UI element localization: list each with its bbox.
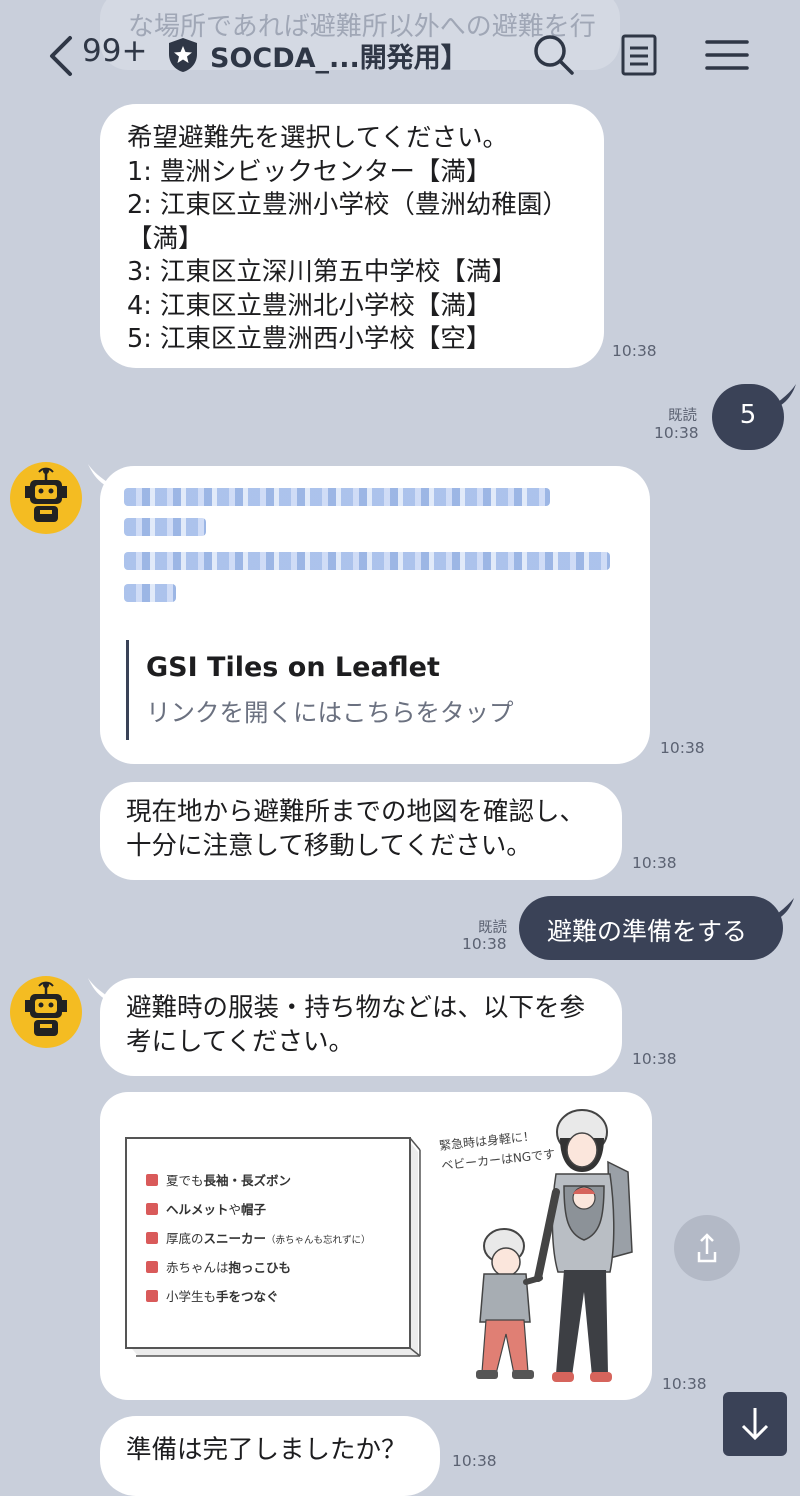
message-bubble[interactable]: 希望避難先を選択してください。 1: 豊洲シビックセンター【満】 2: 江東区立…	[100, 104, 604, 368]
chat-title[interactable]: SOCDA_...開発用】	[210, 36, 468, 75]
link-subtitle[interactable]: リンクを開くにはこちらをタップ	[146, 694, 514, 729]
shield-icon	[169, 38, 197, 72]
sent-bubble[interactable]: 避難の準備をする	[519, 896, 783, 960]
message-text: 避難の準備をする	[547, 917, 748, 946]
checklist-item: 夏でも長袖・長ズボン	[166, 1173, 292, 1188]
message-text: 避難時の服装・持ち物などは、以下を参 考にしてください。	[126, 993, 586, 1057]
checklist-item: 小学生も手をつなぐ	[166, 1289, 279, 1304]
link-message-card[interactable]: GSI Tiles on Leaflet リンクを開くにはこちらをタップ	[100, 466, 650, 764]
image-message[interactable]: 夏でも長袖・長ズボン ヘルメットや帽子 厚底のスニーカー（赤ちゃんも忘れずに） …	[100, 1092, 652, 1400]
message-text: 5	[739, 400, 757, 430]
notes-icon[interactable]	[616, 30, 662, 78]
checklist-item: 厚底のスニーカー（赤ちゃんも忘れずに）	[166, 1231, 371, 1246]
read-receipt: 既読	[478, 920, 507, 936]
chat-header: な場所であれば避難所以外への避難を行 99+ SOCDA_...開発用】	[0, 0, 800, 112]
menu-icon[interactable]	[704, 30, 750, 78]
check-icon	[146, 1290, 158, 1302]
redacted-url	[124, 584, 176, 602]
check-icon	[146, 1261, 158, 1273]
message-bubble[interactable]: 避難時の服装・持ち物などは、以下を参 考にしてください。	[100, 978, 622, 1076]
check-icon	[146, 1174, 158, 1186]
message-time: 10:38	[452, 1452, 497, 1470]
arrow-down-icon	[741, 1408, 769, 1441]
read-receipt: 既読	[668, 408, 697, 424]
message-time: 10:38	[612, 342, 657, 360]
message-time: 10:38	[660, 739, 705, 757]
scroll-to-bottom-button[interactable]	[723, 1392, 787, 1456]
sent-bubble[interactable]: 5	[712, 384, 784, 450]
share-icon	[697, 1233, 717, 1263]
message-bubble[interactable]: 準備は完了しましたか？	[100, 1416, 440, 1496]
message-time: 10:38	[632, 854, 677, 872]
unread-count[interactable]: 99+	[82, 33, 147, 69]
redacted-url	[124, 552, 610, 570]
redacted-url	[124, 488, 550, 506]
bot-avatar[interactable]	[10, 462, 82, 534]
robot-icon	[25, 981, 67, 1036]
message-bubble[interactable]: 現在地から避難所までの地図を確認し、 十分に注意して移動してください。	[100, 782, 622, 880]
message-time: 10:38	[654, 424, 699, 442]
family-walking-illustration	[476, 1109, 633, 1382]
search-icon[interactable]	[530, 30, 576, 78]
message-text: 希望避難先を選択してください。 1: 豊洲シビックセンター【満】 2: 江東区立…	[127, 123, 568, 354]
message-text: 現在地から避難所までの地図を確認し、 十分に注意して移動してください。	[126, 797, 586, 861]
checklist-item: ヘルメットや帽子	[166, 1202, 267, 1217]
message-text: 準備は完了しましたか？	[126, 1435, 407, 1465]
check-icon	[146, 1232, 158, 1244]
share-button[interactable]	[674, 1215, 740, 1281]
message-time: 10:38	[462, 935, 507, 953]
link-preview-bar	[126, 640, 129, 740]
message-time: 10:38	[632, 1050, 677, 1068]
message-time: 10:38	[662, 1375, 707, 1393]
check-icon	[146, 1203, 158, 1215]
back-arrow-icon[interactable]	[44, 34, 84, 78]
redacted-url	[124, 518, 206, 536]
robot-icon	[25, 467, 67, 522]
checklist-item: 赤ちゃんは抱っこひも	[166, 1260, 292, 1275]
bot-avatar[interactable]	[10, 976, 82, 1048]
link-title[interactable]: GSI Tiles on Leaflet	[146, 652, 440, 683]
